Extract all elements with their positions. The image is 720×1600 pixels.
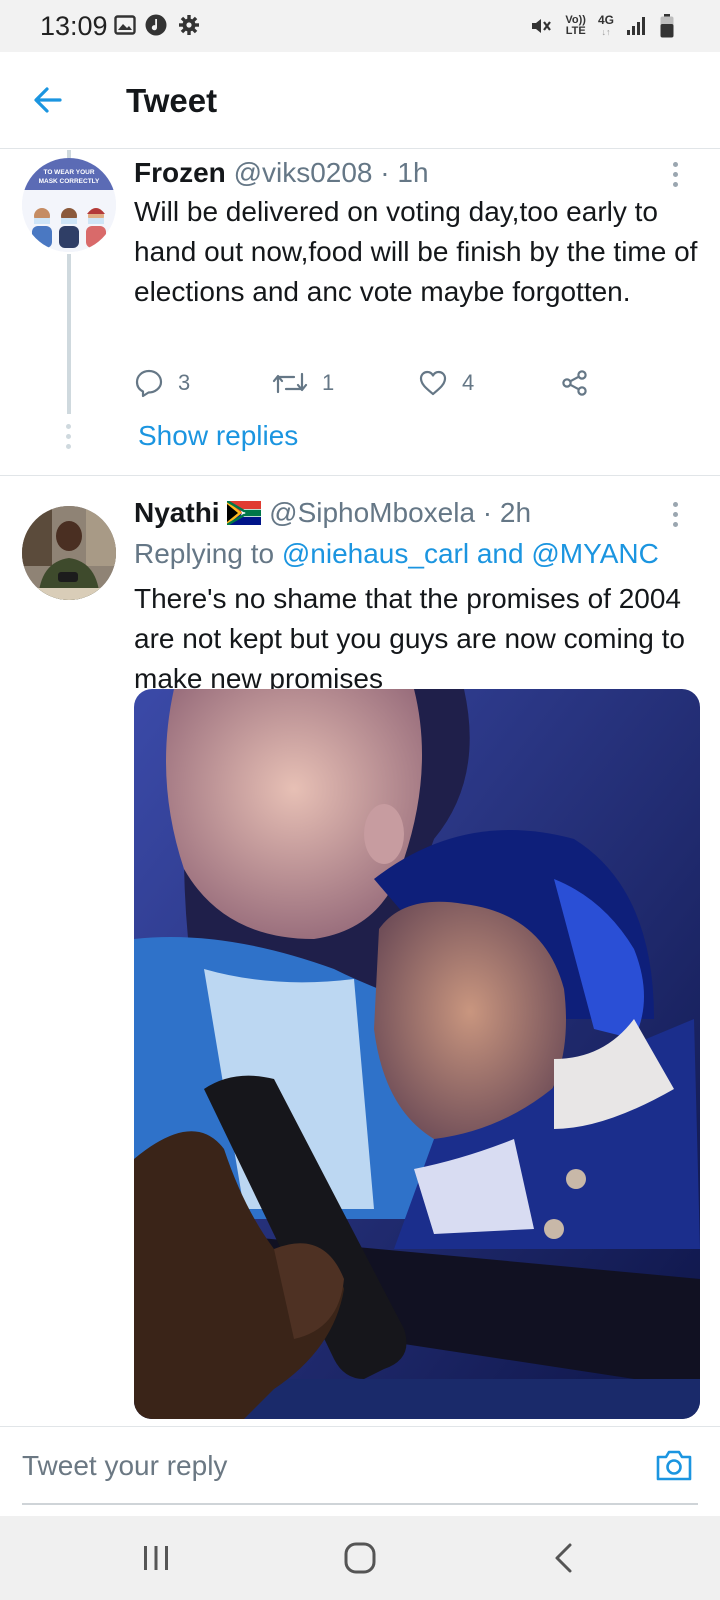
thread-line xyxy=(67,254,71,414)
avatar-banner-line-2: MASK CORRECTLY xyxy=(39,178,100,185)
page-title: Tweet xyxy=(126,82,218,119)
tweet-reply-input[interactable] xyxy=(22,1443,652,1489)
media-photo xyxy=(134,689,700,1419)
share-icon xyxy=(562,370,587,396)
avatar-image: TO WEAR YOUR MASK CORRECTLY xyxy=(22,158,116,252)
battery-icon xyxy=(660,14,674,38)
reply-mentions[interactable]: @niehaus_carl and @MYANC xyxy=(282,538,659,569)
camera-icon[interactable] xyxy=(654,1445,694,1485)
avatar[interactable]: TO WEAR YOUR MASK CORRECTLY xyxy=(22,158,116,252)
handle[interactable]: @viks0208 xyxy=(234,157,373,188)
android-nav-bar xyxy=(0,1516,720,1600)
reply-icon xyxy=(135,369,163,398)
tweet-frozen[interactable]: TO WEAR YOUR MASK CORRECTLY Frozen @viks… xyxy=(0,150,720,475)
tweet-text: Will be delivered on voting day,too earl… xyxy=(134,196,698,307)
volte-icon: Vo)) LTE xyxy=(565,15,586,37)
handle[interactable]: @SiphoMboxela xyxy=(269,497,475,528)
reply-button[interactable]: 3 xyxy=(134,368,190,398)
timestamp: 1h xyxy=(397,157,429,188)
gallery-icon xyxy=(114,15,136,35)
reply-count: 3 xyxy=(178,370,191,395)
signal-icon xyxy=(627,17,645,35)
tweet-text: There's no shame that the promises of 20… xyxy=(134,583,685,694)
avatar[interactable] xyxy=(22,506,116,600)
music-icon xyxy=(145,14,167,36)
replying-to: Replying to @niehaus_carl and @MYANC xyxy=(134,538,659,570)
tweet-media-image[interactable] xyxy=(134,689,700,1419)
more-options-icon[interactable] xyxy=(670,162,680,192)
network-label: 4G xyxy=(597,13,614,27)
reply-input-underline xyxy=(22,1503,698,1505)
retweet-count: 1 xyxy=(322,370,335,395)
meta-separator: · xyxy=(482,497,493,528)
like-button[interactable]: 4 xyxy=(418,368,474,398)
tweet-nyathi[interactable]: Nyathi @SiphoMboxela · 2h Replying to @n… xyxy=(0,476,720,1426)
flag-icon xyxy=(226,497,269,528)
gear-icon xyxy=(179,15,199,35)
back-icon[interactable] xyxy=(546,1540,582,1576)
tweet-header: Nyathi @SiphoMboxela · 2h xyxy=(134,497,531,529)
show-replies-link[interactable]: Show replies xyxy=(138,420,298,452)
thread-dots xyxy=(66,424,72,454)
recents-icon[interactable] xyxy=(138,1540,174,1576)
avatar-image xyxy=(22,506,116,600)
display-name[interactable]: Nyathi xyxy=(134,497,220,528)
heart-icon xyxy=(419,370,447,396)
status-bar: 13:09 Vo)) LTE 4G ↓↑ xyxy=(0,0,720,52)
home-icon[interactable] xyxy=(342,1540,378,1576)
retweet-button[interactable]: 1 xyxy=(272,368,334,398)
tweet-actions: 3 1 4 xyxy=(134,368,634,402)
share-button[interactable] xyxy=(560,368,590,398)
reply-composer xyxy=(0,1426,720,1516)
timestamp: 2h xyxy=(499,497,532,528)
4g-icon: 4G ↓↑ xyxy=(597,13,614,37)
south-africa-flag xyxy=(226,499,262,527)
avatar-banner-line-1: TO WEAR YOUR xyxy=(43,169,94,176)
app-header: Tweet xyxy=(0,52,720,149)
tweet-header: Frozen @viks0208 · 1h xyxy=(134,157,429,189)
more-options-icon[interactable] xyxy=(670,502,680,532)
arrow-left-icon[interactable] xyxy=(30,82,66,118)
like-count: 4 xyxy=(462,370,475,395)
volte-label-bottom: LTE xyxy=(565,25,586,37)
meta-separator: · xyxy=(380,157,390,188)
status-time: 13:09 xyxy=(40,11,108,41)
mute-icon xyxy=(532,19,552,33)
replying-to-label: Replying to xyxy=(134,538,275,569)
display-name[interactable]: Frozen xyxy=(134,157,226,188)
retweet-icon xyxy=(272,372,308,394)
status-right-icons: Vo)) LTE 4G ↓↑ xyxy=(529,12,674,40)
